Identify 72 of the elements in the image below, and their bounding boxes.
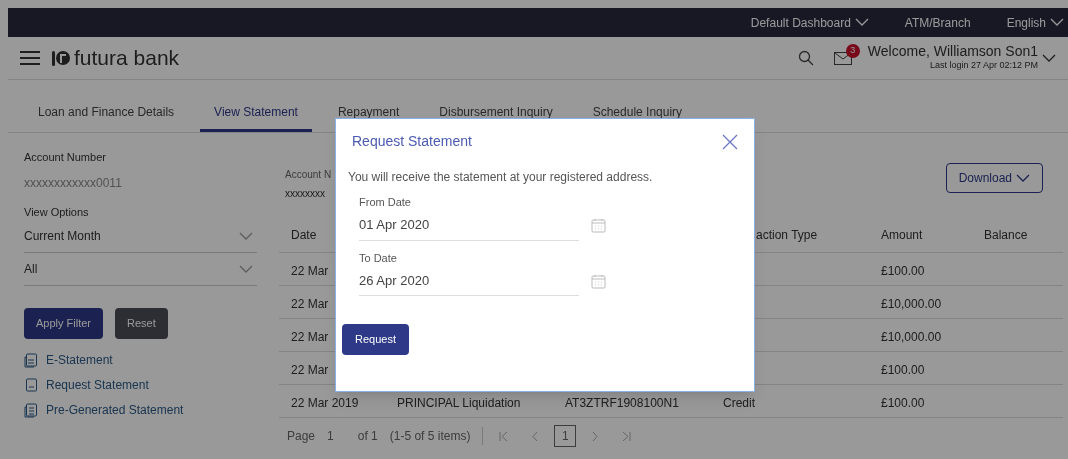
column-header: Amount — [881, 226, 923, 244]
table-cell-text: 22 Mar — [291, 329, 329, 346]
items-count: (1-5 of 5 items) — [389, 427, 484, 445]
calendar-icon[interactable] — [591, 273, 606, 289]
top-bar-link[interactable]: Default Dashboard — [750, 13, 869, 32]
table-cell-text: £100.00 — [881, 263, 926, 280]
table-cell-text: £10,000.00 — [881, 329, 943, 346]
tab[interactable]: Repayment — [323, 103, 414, 132]
field-label: From Date — [359, 195, 412, 210]
chevron-down-icon — [1016, 173, 1030, 183]
table-cell-text: 22 Mar — [291, 362, 329, 379]
column-header: action Type — [755, 226, 818, 244]
page-total: of 1 — [357, 428, 378, 445]
select-field[interactable]: Current Month — [24, 220, 257, 253]
search-icon[interactable] — [797, 50, 814, 66]
column-header: Balance — [984, 226, 1028, 244]
table-cell-text: 22 Mar — [291, 263, 329, 280]
chevron-down-icon — [239, 264, 253, 274]
sidebar-link[interactable]: Pre-Generated Statement — [46, 401, 184, 419]
top-bar-link[interactable]: ATM/Branch — [904, 13, 971, 32]
tab[interactable]: Disbursement Inquiry — [425, 103, 567, 132]
column-header: Date — [291, 226, 317, 244]
date-field[interactable]: 01 Apr 2020 — [359, 210, 579, 241]
previous-page-icon[interactable] — [532, 431, 539, 441]
next-page-icon[interactable] — [592, 431, 599, 441]
table-cell-text: Credit — [723, 395, 756, 412]
close-icon[interactable] — [722, 133, 738, 150]
table-cell-text: £100.00 — [881, 362, 926, 379]
table-cell-text: £10,000.00 — [881, 296, 943, 313]
field-label: Account N — [285, 168, 332, 182]
document-icon — [24, 352, 38, 368]
account-number: xxxxxxxxxxxx0011 — [24, 174, 123, 192]
chevron-down-icon — [1042, 53, 1056, 63]
account-number: xxxxxxxx — [285, 187, 326, 201]
tab[interactable]: View Statement — [200, 103, 312, 132]
table-cell-text: 22 Mar 2019 — [291, 395, 359, 412]
apply-filter-button[interactable]: Apply Filter — [24, 308, 104, 339]
last-login-text: Last login 27 Apr 02:12 PM — [929, 59, 1038, 73]
select-field[interactable]: All — [24, 253, 257, 286]
download-button[interactable]: Download — [945, 163, 1043, 193]
notification-badge: 3 — [845, 43, 860, 58]
reset-button[interactable]: Reset — [115, 308, 168, 339]
sidebar-link[interactable]: Request Statement — [46, 376, 149, 394]
field-label: Account Number — [24, 150, 107, 165]
current-page-button[interactable]: 1 — [554, 425, 577, 447]
first-page-icon[interactable] — [499, 431, 509, 441]
document-icon — [24, 402, 38, 418]
page-number: 1 — [327, 428, 334, 445]
menu-icon[interactable] — [20, 50, 40, 66]
top-bar-link[interactable]: English — [1006, 13, 1064, 32]
chevron-down-icon — [239, 231, 253, 241]
dialog-message: You will receive the statement at your registered address. — [347, 169, 654, 186]
tab[interactable]: Schedule Inquiry — [578, 103, 697, 132]
dialog-title: Request Statement — [352, 132, 472, 151]
mail-icon[interactable] — [833, 51, 852, 65]
brand-name: futura bank — [74, 45, 180, 72]
table-cell-text: £100.00 — [881, 395, 926, 412]
last-page-icon[interactable] — [622, 431, 632, 441]
sidebar-link[interactable]: E-Statement — [46, 351, 113, 369]
page-label: Page — [287, 428, 316, 445]
date-field[interactable]: 26 Apr 2020 — [359, 266, 579, 296]
welcome-text: Welcome, Williamson Son1 — [867, 43, 1038, 60]
request-button[interactable]: Request — [342, 324, 409, 355]
field-label: View Options — [24, 204, 90, 220]
document-icon — [24, 377, 38, 393]
table-cell-text: 22 Mar — [291, 296, 329, 313]
calendar-icon[interactable] — [591, 218, 606, 233]
tab[interactable]: Loan and Finance Details — [24, 103, 189, 132]
bank-logo-icon — [52, 48, 70, 68]
field-label: To Date — [359, 250, 398, 266]
table-cell-text: AT3ZTRF1908100N1 — [565, 395, 680, 412]
table-cell-text: PRINCIPAL Liquidation — [397, 395, 522, 412]
